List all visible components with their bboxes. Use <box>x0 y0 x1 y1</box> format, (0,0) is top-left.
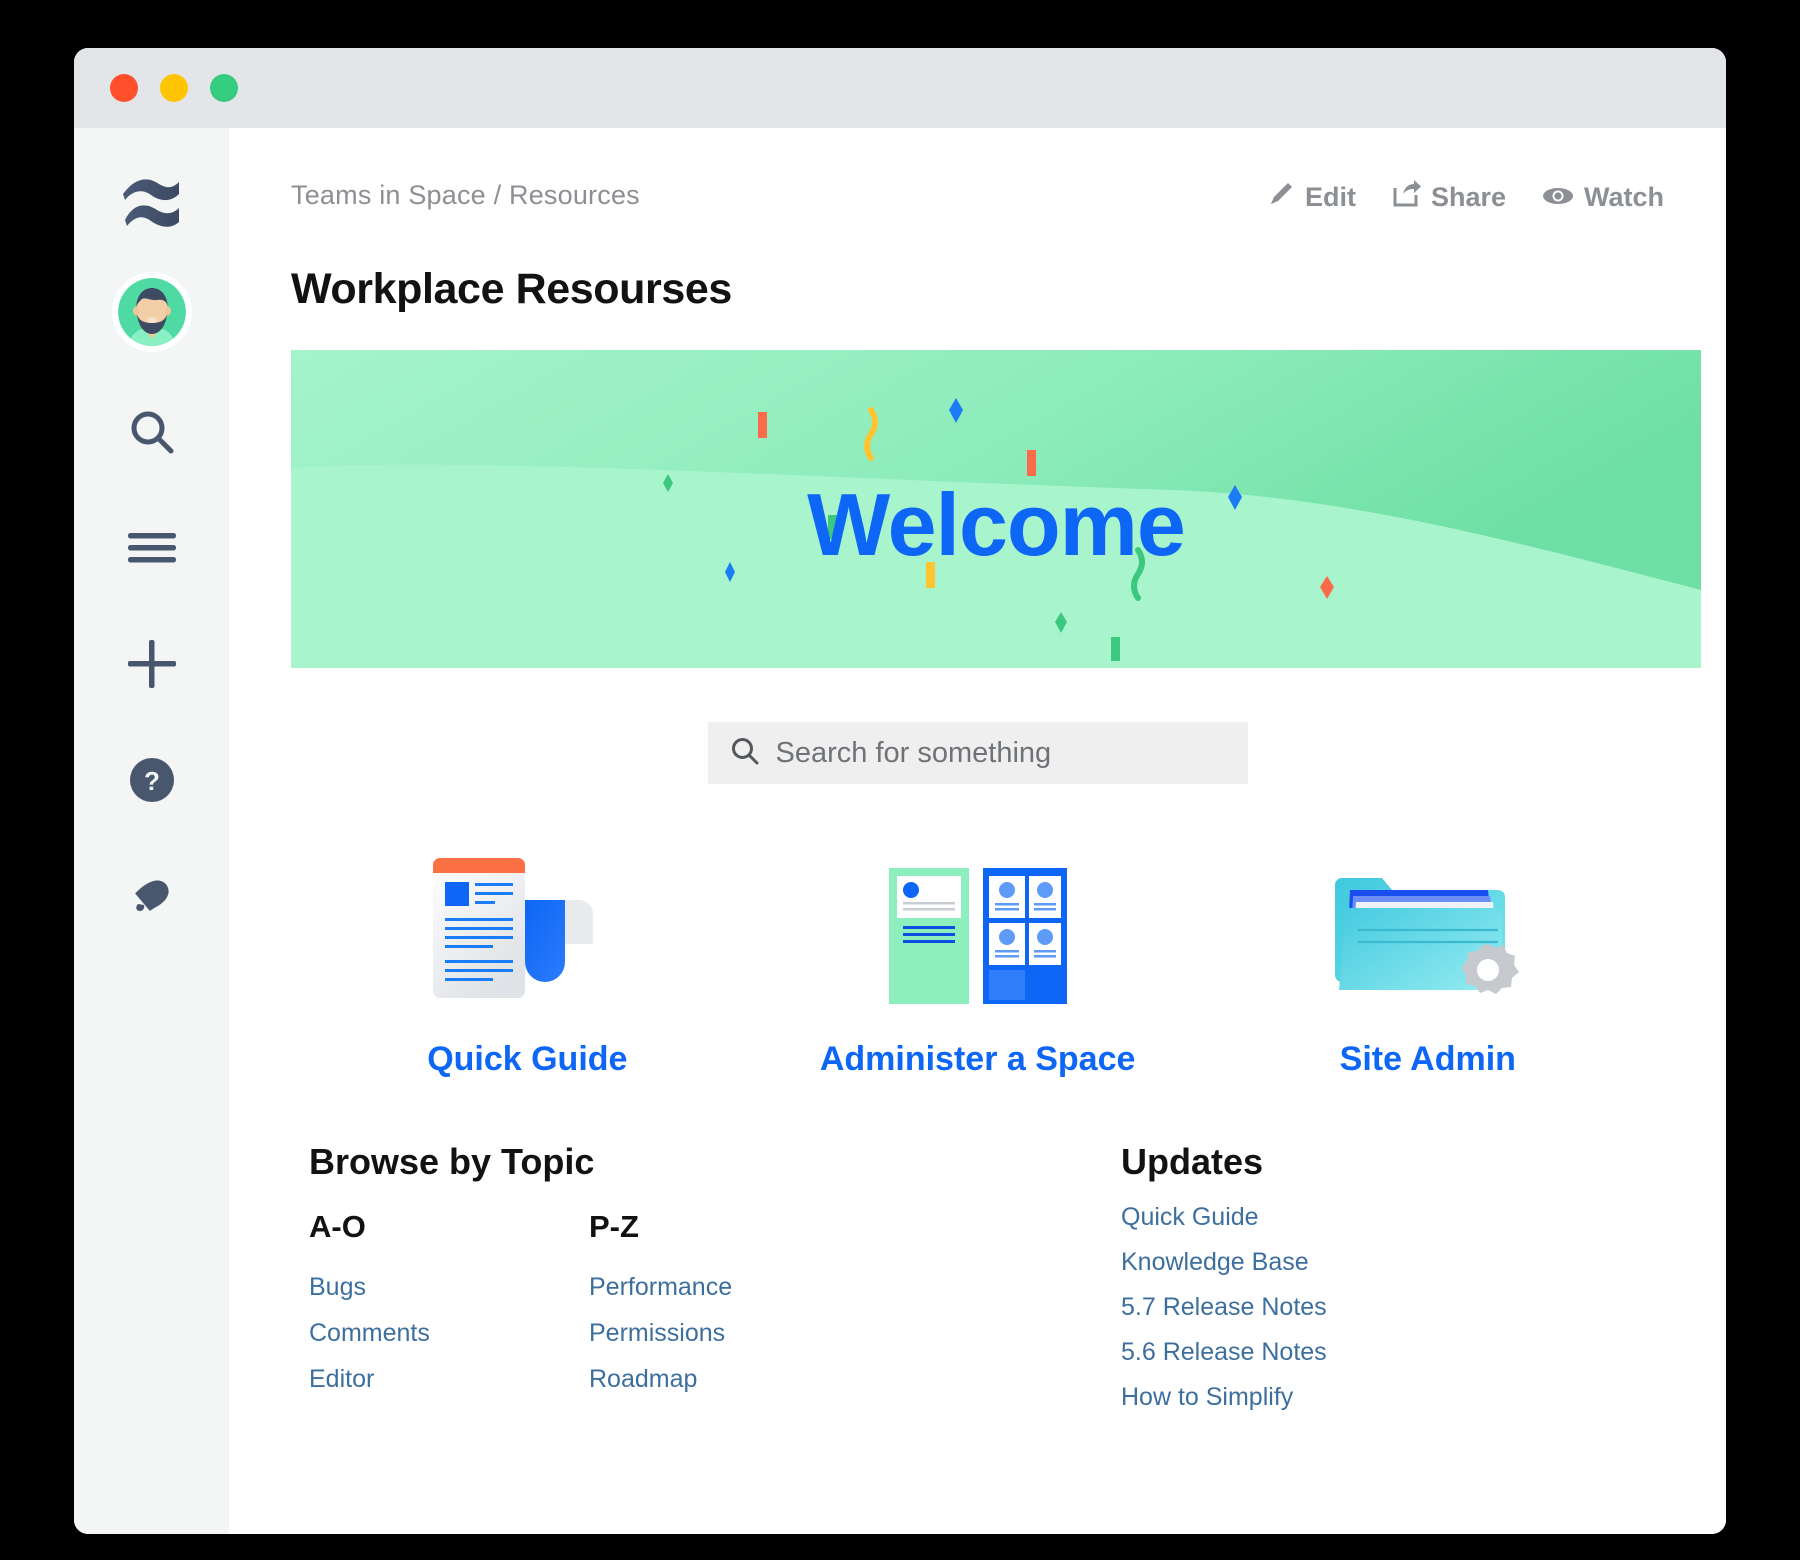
window-maximize-button[interactable] <box>210 74 238 102</box>
confluence-logo-icon <box>121 174 183 235</box>
space-people-icon <box>883 830 1073 1010</box>
sidebar-item-help[interactable]: ? <box>112 742 192 822</box>
update-link[interactable]: Knowledge Base <box>1121 1248 1327 1277</box>
search-icon <box>730 736 760 771</box>
search-box[interactable] <box>708 722 1248 784</box>
topic-link[interactable]: Roadmap <box>589 1365 869 1394</box>
feature-tiles: Quick Guide <box>291 830 1664 1079</box>
search-icon <box>127 407 177 462</box>
question-mark-icon: ? <box>129 757 175 808</box>
watch-label: Watch <box>1584 182 1664 213</box>
watch-button[interactable]: Watch <box>1542 182 1664 213</box>
update-link[interactable]: Quick Guide <box>1121 1203 1327 1232</box>
eye-icon <box>1542 182 1574 213</box>
sidebar-item-notifications[interactable] <box>112 858 192 938</box>
topic-link[interactable]: Performance <box>589 1273 869 1302</box>
hamburger-menu-icon <box>128 530 176 571</box>
browser-window: ? Teams in Space / Resources <box>74 48 1726 1534</box>
updates-heading: Updates <box>1121 1141 1327 1183</box>
window-minimize-button[interactable] <box>160 74 188 102</box>
share-button[interactable]: Share <box>1392 180 1506 215</box>
avatar-icon <box>117 277 187 347</box>
window-close-button[interactable] <box>110 74 138 102</box>
update-link[interactable]: How to Simplify <box>1121 1383 1327 1412</box>
topic-column-p-z: P-Z Performance Permissions Roadmap <box>589 1209 869 1411</box>
share-label: Share <box>1431 182 1506 213</box>
topic-link[interactable]: Permissions <box>589 1319 869 1348</box>
tile-site-admin[interactable]: Site Admin <box>1328 830 1528 1079</box>
browse-by-topic-section: Browse by Topic A-O Bugs Comments Editor… <box>291 1141 1111 1428</box>
window-titlebar <box>74 48 1726 128</box>
topic-link[interactable]: Editor <box>309 1365 589 1394</box>
main-content: Teams in Space / Resources Edit <box>229 128 1726 1534</box>
page-title: Workplace Resourses <box>291 265 1664 314</box>
tile-label: Site Admin <box>1340 1040 1516 1079</box>
avatar <box>115 275 189 349</box>
topic-column-a-o: A-O Bugs Comments Editor <box>309 1209 589 1411</box>
sidebar-item-user-avatar[interactable] <box>112 272 192 352</box>
tile-label: Administer a Space <box>820 1040 1136 1079</box>
tile-administer-a-space[interactable]: Administer a Space <box>820 830 1136 1079</box>
document-bookmark-icon <box>427 830 627 1010</box>
share-icon <box>1392 180 1421 215</box>
page-actions: Edit Share <box>1267 180 1664 215</box>
bell-icon <box>127 871 177 926</box>
tile-label: Quick Guide <box>427 1040 627 1079</box>
breadcrumb[interactable]: Teams in Space / Resources <box>291 180 640 211</box>
sidebar-item-search[interactable] <box>112 394 192 474</box>
pencil-icon <box>1267 180 1295 215</box>
sidebar-item-create[interactable] <box>112 626 192 706</box>
topic-link[interactable]: Comments <box>309 1319 589 1348</box>
lower-section: Browse by Topic A-O Bugs Comments Editor… <box>291 1141 1664 1428</box>
updates-section: Updates Quick Guide Knowledge Base 5.7 R… <box>1111 1141 1327 1428</box>
plus-icon <box>128 640 176 693</box>
search-section <box>291 722 1664 784</box>
banner-title: Welcome <box>291 474 1701 576</box>
folder-gear-icon <box>1328 830 1528 1010</box>
app-sidebar: ? <box>74 128 229 1534</box>
sidebar-item-menu[interactable] <box>112 510 192 590</box>
update-link[interactable]: 5.6 Release Notes <box>1121 1338 1327 1367</box>
content-header: Teams in Space / Resources Edit <box>291 180 1664 215</box>
browse-heading: Browse by Topic <box>309 1141 1111 1183</box>
svg-text:?: ? <box>144 766 160 796</box>
welcome-banner: Welcome <box>291 350 1701 668</box>
search-input[interactable] <box>776 737 1226 770</box>
topic-letter: P-Z <box>589 1209 869 1245</box>
topic-link[interactable]: Bugs <box>309 1273 589 1302</box>
edit-button[interactable]: Edit <box>1267 180 1356 215</box>
edit-label: Edit <box>1305 182 1356 213</box>
tile-quick-guide[interactable]: Quick Guide <box>427 830 627 1079</box>
update-link[interactable]: 5.7 Release Notes <box>1121 1293 1327 1322</box>
sidebar-item-confluence-logo[interactable] <box>112 164 192 244</box>
topic-letter: A-O <box>309 1209 589 1245</box>
